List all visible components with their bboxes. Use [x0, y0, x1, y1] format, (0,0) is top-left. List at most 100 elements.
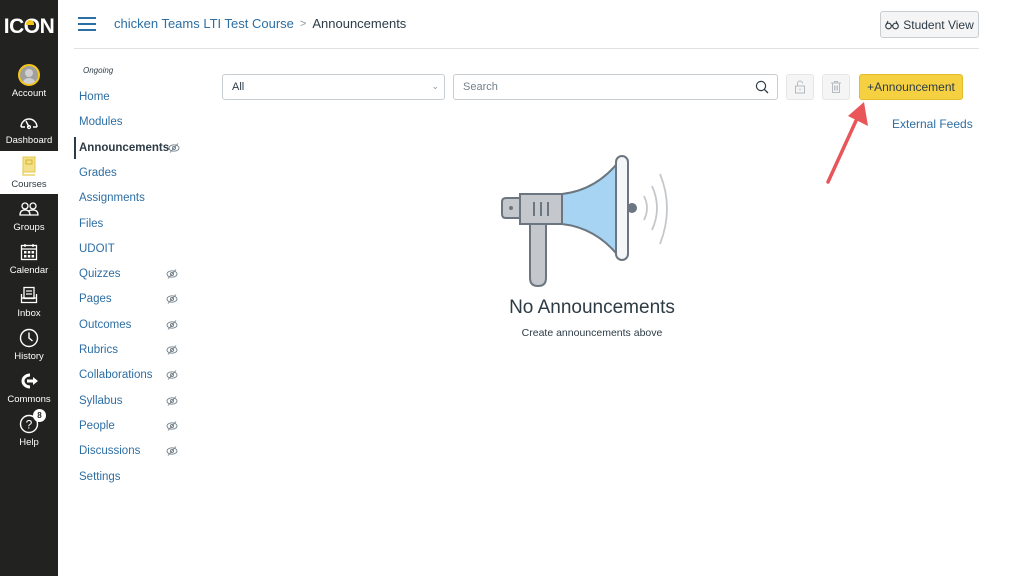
course-nav-item-udoit[interactable]: UDOIT	[74, 238, 194, 260]
course-nav-label: Files	[79, 217, 104, 230]
hidden-eye-icon	[166, 446, 178, 456]
hidden-eye-icon	[166, 370, 178, 381]
empty-state-subtitle: Create announcements above	[521, 327, 663, 339]
filter-select-value: All	[232, 81, 245, 93]
course-nav-label: Home	[79, 91, 110, 103]
svg-text:?: ?	[26, 418, 33, 432]
hidden-eye-icon	[166, 269, 178, 279]
global-nav-courses[interactable]: Courses	[0, 151, 58, 194]
global-nav-inbox[interactable]: Inbox	[0, 280, 58, 323]
global-nav-label: Inbox	[17, 308, 41, 319]
course-nav-label: Pages	[79, 293, 112, 306]
global-nav-label: Dashboard	[5, 135, 53, 146]
global-nav-label: Account	[11, 88, 47, 99]
breadcrumb-separator-icon: >	[299, 17, 307, 30]
help-badge: 8	[33, 409, 46, 422]
search-placeholder: Search	[463, 81, 498, 93]
external-feeds-link[interactable]: External Feeds	[892, 117, 973, 131]
course-nav-label: Modules	[79, 116, 123, 129]
breadcrumb-course-link[interactable]: chicken Teams LTI Test Course	[114, 16, 294, 31]
course-nav-label: Outcomes	[79, 318, 132, 331]
delete-button[interactable]	[822, 74, 850, 100]
course-nav-item-pages[interactable]: Pages	[74, 288, 194, 310]
annotation-arrow-icon	[826, 102, 868, 184]
course-nav-item-collaborations[interactable]: Collaborations	[74, 364, 194, 386]
course-nav-label: Announcements	[79, 141, 170, 154]
help-icon: ? 8	[18, 409, 46, 435]
logo-accent	[26, 20, 34, 25]
course-nav-item-outcomes[interactable]: Outcomes	[74, 314, 194, 336]
breadcrumb-current: Announcements	[312, 16, 407, 31]
unlock-icon	[795, 80, 805, 94]
global-nav: ICON Account Dashboard Courses Groups Ca…	[0, 0, 58, 576]
course-nav-label: Quizzes	[79, 268, 121, 281]
global-nav-groups[interactable]: Groups	[0, 194, 58, 237]
global-nav-help[interactable]: ? 8 Help	[0, 409, 58, 452]
hidden-eye-icon	[166, 294, 178, 305]
logo-text: ICON	[3, 15, 55, 38]
course-nav-label: Grades	[79, 166, 117, 179]
course-nav-item-assignments[interactable]: Assignments	[74, 187, 194, 209]
header-divider	[74, 48, 979, 49]
course-nav-item-rubrics[interactable]: Rubrics	[74, 339, 194, 361]
course-nav-label: Collaborations	[79, 369, 153, 382]
student-view-label: Student View	[903, 17, 974, 32]
avatar	[18, 64, 40, 86]
global-nav-calendar[interactable]: Calendar	[0, 237, 58, 280]
global-nav-label: Calendar	[9, 265, 49, 276]
course-nav-item-discussions[interactable]: Discussions	[74, 440, 194, 462]
global-nav-label: Commons	[7, 394, 51, 405]
hidden-eye-icon	[166, 421, 178, 431]
search-input[interactable]: Search	[453, 74, 778, 100]
megaphone-icon	[501, 155, 668, 288]
term-label: Ongoing	[83, 66, 114, 75]
course-nav-label: People	[79, 419, 115, 432]
hidden-eye-icon	[168, 142, 180, 153]
search-icon	[755, 80, 769, 94]
lock-button[interactable]	[786, 74, 814, 100]
course-nav-item-quizzes[interactable]: Quizzes	[74, 263, 194, 285]
course-nav-item-announcements[interactable]: Announcements	[74, 136, 194, 159]
empty-state-title: No Announcements	[509, 297, 675, 318]
course-nav-label: UDOIT	[79, 242, 115, 255]
hidden-eye-icon	[166, 319, 178, 330]
calendar-icon	[18, 241, 40, 263]
add-announcement-button[interactable]: +Announcement	[859, 74, 963, 100]
icon-logo[interactable]: ICON	[0, 10, 58, 44]
course-nav-item-home[interactable]: Home	[74, 86, 194, 108]
global-nav-label: History	[14, 351, 44, 362]
course-nav-item-people[interactable]: People	[74, 415, 194, 437]
filter-select[interactable]: All ⌄	[222, 74, 445, 100]
groups-icon	[18, 198, 40, 220]
global-nav-label: Groups	[13, 222, 45, 233]
course-nav-label: Assignments	[79, 192, 145, 205]
course-nav-item-settings[interactable]: Settings	[74, 466, 194, 488]
inbox-icon	[18, 284, 40, 306]
courses-icon	[18, 155, 40, 177]
global-nav-commons[interactable]: Commons	[0, 366, 58, 409]
course-nav-item-modules[interactable]: Modules	[74, 111, 194, 133]
glasses-icon	[885, 20, 900, 29]
hidden-eye-icon	[166, 395, 178, 406]
course-nav-label: Rubrics	[79, 344, 118, 356]
course-nav-item-syllabus[interactable]: Syllabus	[74, 390, 194, 412]
trash-icon	[831, 81, 841, 93]
global-nav-label: Courses	[11, 179, 47, 190]
breadcrumb: chicken Teams LTI Test Course > Announce…	[114, 16, 406, 31]
course-nav-item-files[interactable]: Files	[74, 213, 194, 235]
course-nav-label: Settings	[79, 470, 121, 483]
global-nav-dashboard[interactable]: Dashboard	[0, 107, 58, 150]
course-nav-item-grades[interactable]: Grades	[74, 162, 194, 184]
student-view-button[interactable]: Student View	[880, 11, 979, 38]
hamburger-menu-button[interactable]	[78, 17, 96, 31]
hidden-eye-icon	[166, 345, 178, 355]
global-nav-account[interactable]: Account	[0, 60, 58, 103]
chevron-down-icon: ⌄	[431, 81, 439, 91]
global-nav-label: Help	[19, 437, 39, 448]
global-nav-history[interactable]: History	[0, 323, 58, 366]
course-nav-label: Discussions	[79, 445, 141, 458]
commons-icon	[18, 370, 40, 392]
history-icon	[18, 327, 40, 349]
page-header: chicken Teams LTI Test Course > Announce…	[58, 0, 1024, 50]
course-nav-label: Syllabus	[79, 394, 123, 407]
